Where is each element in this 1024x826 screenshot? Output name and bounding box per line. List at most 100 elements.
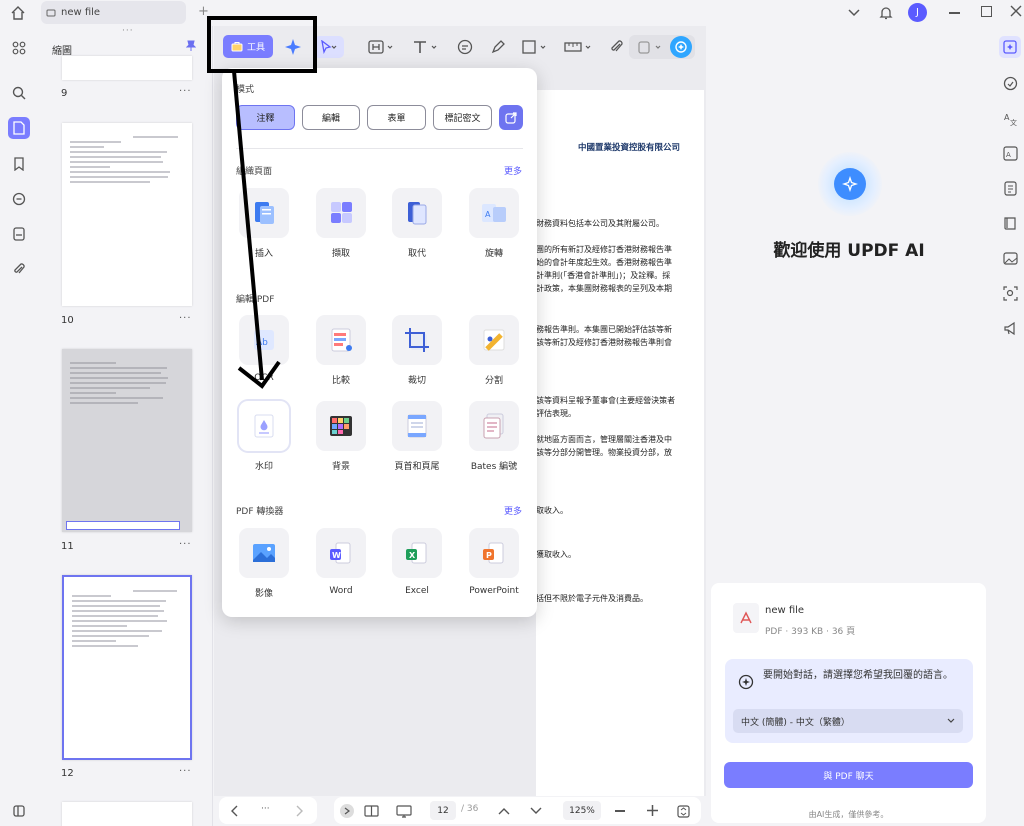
powerpoint-icon: P: [469, 528, 519, 578]
file-tab[interactable]: new file: [41, 1, 186, 24]
split-icon: [469, 315, 519, 365]
comment-icon[interactable]: [8, 188, 30, 210]
tool-rotate[interactable]: A 旋轉: [456, 188, 532, 268]
panel-drag-handle[interactable]: ···: [122, 26, 134, 36]
crop-icon: [392, 315, 442, 365]
more-icon[interactable]: ···: [179, 766, 192, 777]
more-icon[interactable]: ···: [179, 313, 192, 324]
tool-bates-numbering[interactable]: Bates 編號: [456, 401, 532, 481]
organize-more-link[interactable]: 更多: [504, 164, 522, 177]
more-icon[interactable]: ···: [179, 539, 192, 550]
chevron-left-icon[interactable]: [227, 803, 243, 819]
layers-icon[interactable]: [8, 223, 30, 245]
zoom-out-icon[interactable]: [615, 810, 625, 812]
tool-convert-word[interactable]: W Word: [303, 528, 379, 608]
convert-more-link[interactable]: 更多: [504, 504, 522, 517]
language-select[interactable]: 中文 (簡體) - 中文（繁體）: [733, 709, 963, 733]
bottom-rail-icon[interactable]: [8, 800, 30, 822]
ai-assistant-rail-icon[interactable]: [999, 72, 1021, 94]
tool-watermark[interactable]: 水印: [226, 401, 302, 481]
chevron-down-icon[interactable]: [846, 5, 862, 21]
page-number-input[interactable]: 12: [430, 801, 456, 820]
book-view-icon[interactable]: [363, 803, 379, 819]
translate-document-icon[interactable]: A: [999, 142, 1021, 164]
minimize-icon[interactable]: [949, 12, 960, 14]
attachment-icon[interactable]: [8, 258, 30, 280]
tool-label: Bates 編號: [470, 462, 518, 472]
tool-convert-image[interactable]: 影像: [226, 528, 302, 608]
presentation-icon[interactable]: [395, 803, 413, 819]
svg-text:X: X: [409, 551, 416, 560]
highlighter-icon[interactable]: [487, 37, 509, 57]
header-footer-icon: [392, 401, 442, 451]
tool-convert-powerpoint[interactable]: P PowerPoint: [456, 528, 532, 608]
mode-form-button[interactable]: 表單: [367, 105, 426, 130]
ai-file-name: new file: [765, 605, 805, 616]
pin-icon[interactable]: [184, 39, 198, 53]
svg-text:P: P: [486, 551, 492, 560]
fit-page-icon[interactable]: [675, 803, 691, 819]
ai-chat-rail-icon[interactable]: [999, 36, 1021, 58]
tool-extract[interactable]: 擷取: [303, 188, 379, 268]
ai-disclaimer: 由AI生成，僅供參考。: [808, 810, 889, 819]
tool-convert-excel[interactable]: X Excel: [379, 528, 455, 608]
ai-chat-icon: [737, 673, 755, 691]
chevron-down-icon: [947, 718, 955, 723]
maximize-icon[interactable]: [981, 6, 992, 17]
thumbnails-icon[interactable]: [8, 117, 30, 139]
tool-header-footer[interactable]: 頁首和頁尾: [379, 401, 455, 481]
open-external-icon[interactable]: [499, 105, 523, 130]
thumbnail-page-12[interactable]: [62, 575, 192, 760]
thumbnail-page-9[interactable]: [62, 56, 192, 80]
chat-with-pdf-button[interactable]: 與 PDF 聊天: [724, 762, 973, 788]
document-line: 始的會計年度起生效。香港財務報告準: [536, 258, 672, 267]
text-tool-button[interactable]: [410, 37, 442, 57]
chevron-up-icon[interactable]: [496, 803, 512, 819]
image-rail-icon[interactable]: [999, 247, 1021, 269]
collapse-icon[interactable]: [340, 804, 354, 818]
more-icon[interactable]: ···: [179, 86, 192, 97]
scan-search-icon[interactable]: [999, 282, 1021, 304]
zoom-in-icon[interactable]: [645, 803, 659, 817]
mode-edit-button[interactable]: 編輯: [302, 105, 360, 130]
bookmark-icon[interactable]: [8, 153, 30, 175]
tool-compare[interactable]: 比較: [303, 315, 379, 395]
tool-crop[interactable]: 裁切: [379, 315, 455, 395]
chevron-down-icon[interactable]: [528, 803, 544, 819]
megaphone-icon[interactable]: [999, 317, 1021, 339]
summarize-icon[interactable]: [999, 177, 1021, 199]
document-line: 團的所有新訂及經修訂香港財務報告準: [536, 245, 672, 254]
heading-tool-button[interactable]: [366, 37, 398, 57]
tool-background[interactable]: 背景: [303, 401, 379, 481]
zoom-level[interactable]: 125%: [563, 801, 601, 820]
bell-icon[interactable]: [877, 3, 895, 21]
tool-split[interactable]: 分割: [456, 315, 532, 395]
document-line: 獲取收入。: [536, 550, 576, 559]
thumbnail-page-10[interactable]: [62, 123, 192, 306]
document-line: 取收入。: [536, 506, 568, 515]
comment-tool-icon[interactable]: [454, 37, 476, 57]
chevron-right-icon[interactable]: [291, 803, 307, 819]
more-icon[interactable]: ···: [261, 804, 270, 814]
stamp-tool-button[interactable]: [634, 37, 668, 57]
avatar[interactable]: J: [908, 3, 927, 22]
attachment-tool-icon[interactable]: [606, 37, 628, 57]
home-icon[interactable]: [9, 4, 27, 22]
book-icon[interactable]: [999, 212, 1021, 234]
svg-text:文: 文: [1010, 118, 1017, 126]
thumbnail-page-11[interactable]: [62, 349, 192, 532]
document-line: 評估表現。: [536, 409, 576, 418]
close-icon[interactable]: [1009, 4, 1023, 18]
mode-redact-button[interactable]: 標記密文: [433, 105, 492, 130]
extract-icon: [316, 188, 366, 238]
document-heading: 中國置業投資控股有限公司: [578, 143, 681, 153]
shape-tool-button[interactable]: [520, 37, 552, 57]
measure-tool-button[interactable]: [562, 37, 596, 57]
select-tool-button[interactable]: [314, 36, 344, 58]
grid-icon[interactable]: [8, 37, 30, 59]
ai-assistant-icon[interactable]: [670, 36, 692, 58]
tool-replace[interactable]: 取代: [379, 188, 455, 268]
thumbnail-page-13[interactable]: [62, 802, 192, 826]
search-icon[interactable]: [8, 82, 30, 104]
translate-icon[interactable]: A文: [999, 107, 1021, 129]
